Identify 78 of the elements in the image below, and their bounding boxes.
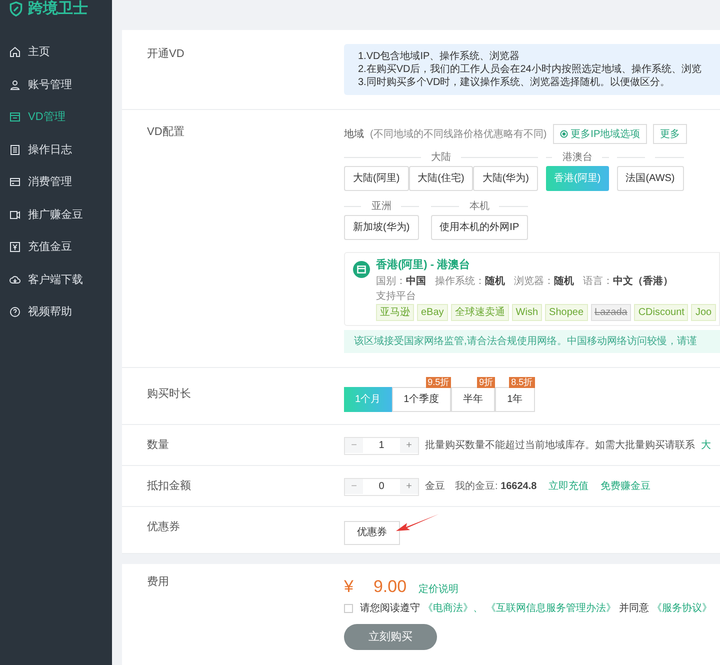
help-icon [9, 306, 21, 318]
region-option[interactable]: 使用本机的外网IP [430, 215, 528, 240]
number-value: 0 [378, 480, 386, 494]
region-option[interactable]: 法国(AWS) [616, 166, 684, 191]
platforms-label: 支持平台 [376, 290, 417, 304]
agree-text: 并同意 [619, 602, 649, 616]
row-label: VD配置 [146, 125, 186, 140]
row-label: 购买时长 [146, 386, 192, 402]
group-title: 亚洲 [371, 200, 392, 214]
platform-tag: eBay [417, 304, 448, 320]
card-icon [9, 176, 21, 188]
platform-tag: 全球速卖通 [450, 304, 509, 320]
radio-dot-icon [560, 130, 568, 138]
region-info-title: 香港(阿里) - 港澳台 [376, 258, 472, 273]
notice-line: 3.同时购买多个VD时，建议操作系统、浏览器选择随机。以便做区分。 [358, 76, 672, 89]
currency-symbol: ¥ [344, 576, 354, 598]
agree-checkbox[interactable] [344, 604, 353, 613]
window-badge-icon [353, 261, 370, 278]
row-label: 数量 [146, 438, 170, 452]
sidebar-item[interactable]: 主页 [0, 36, 112, 68]
duration-option[interactable]: 1年 [495, 386, 535, 412]
sidebar-item[interactable]: 消费管理 [0, 166, 112, 198]
discount-badge: 8.5折 [509, 376, 535, 388]
region-option[interactable]: 大陆(华为) [473, 166, 538, 191]
unit-text: 金豆 [425, 480, 445, 494]
buy-button[interactable]: 立刻购买 [344, 624, 437, 650]
agree-text: 请您阅读遵守 [360, 602, 420, 616]
home-icon [9, 46, 21, 58]
region-option[interactable]: 大陆(阿里) [344, 166, 409, 191]
sidebar-item[interactable]: 操作日志 [0, 134, 112, 166]
coupon-button[interactable]: 优惠券 [344, 520, 400, 544]
row-label: 优惠券 [146, 520, 181, 534]
platform-tag: Shopee [545, 304, 588, 320]
region-option[interactable]: 新加坡(华为) [344, 215, 419, 240]
arrow-icon [396, 512, 440, 532]
discount-badge: 9折 [477, 376, 496, 388]
duration-option[interactable]: 1个季度 [392, 386, 452, 412]
sidebar-item[interactable]: 客户端下载 [0, 264, 112, 296]
region-hint: (不同地域的不同线路价格优惠略有不同) [370, 128, 547, 142]
notice-line: 1.VD包含地域IP、操作系统、浏览器 [358, 50, 521, 63]
spec-text: 操作系统：随机 [435, 274, 505, 288]
region-label: 地域 [344, 128, 364, 142]
sidebar-item[interactable]: 充值金豆 [0, 231, 112, 264]
platform-tag: Wish [512, 304, 542, 320]
platform-tag: Joo [691, 304, 716, 320]
balance-text: 我的金豆: 16624.8 [455, 480, 537, 494]
discount-badge: 9.5折 [426, 376, 452, 388]
row-label: 开通VD [146, 46, 186, 62]
sidebar-item[interactable]: VD管理 [0, 101, 112, 134]
row-label: 费用 [146, 574, 170, 590]
group-title: 本机 [469, 200, 490, 214]
yen-icon [9, 241, 21, 254]
notice-line: 2.在购买VD后，我们的工作人员会在24小时内按照选定地域、操作系统、浏览 [358, 63, 702, 76]
speaker-icon [9, 208, 21, 221]
group-title: 港澳台 [562, 150, 592, 164]
logo-text: 跨境卫士 [28, 1, 88, 17]
sidebar-item[interactable]: 账号管理 [0, 68, 112, 101]
sidebar-item[interactable]: 视频帮助 [0, 296, 112, 328]
region-warning: 该区域接受国家网络监管,请合法合规使用网络。中国移动网络访问较慢，请谨 [344, 330, 720, 352]
platform-tag: CDiscount [634, 304, 688, 320]
shield-logo-icon [8, 1, 24, 17]
group-title: 大陆 [431, 150, 452, 164]
quantity-hint: 批量购买数量不能超过当前地域库存。如需大批量购买请联系 [425, 438, 695, 453]
user-icon [9, 78, 21, 91]
document-icon [9, 144, 21, 156]
spec-text: 浏览器：随机 [514, 274, 574, 288]
platform-tag: 亚马逊 [376, 304, 414, 320]
cloud-icon [9, 274, 21, 286]
spec-text: 国别：中国 [376, 274, 426, 288]
region-option[interactable]: 大陆(住宅) [408, 166, 474, 191]
row-label: 抵扣金额 [146, 478, 192, 494]
window-icon [9, 111, 21, 124]
price-amount: 9.00 [373, 576, 407, 598]
platform-tag: Lazada [590, 304, 632, 320]
duration-option[interactable]: 半年 [451, 386, 496, 412]
number-value: 1 [378, 439, 386, 453]
spec-text: 语言：中文（香港） [583, 274, 673, 288]
sidebar-item[interactable]: 推广赚金豆 [0, 198, 112, 231]
